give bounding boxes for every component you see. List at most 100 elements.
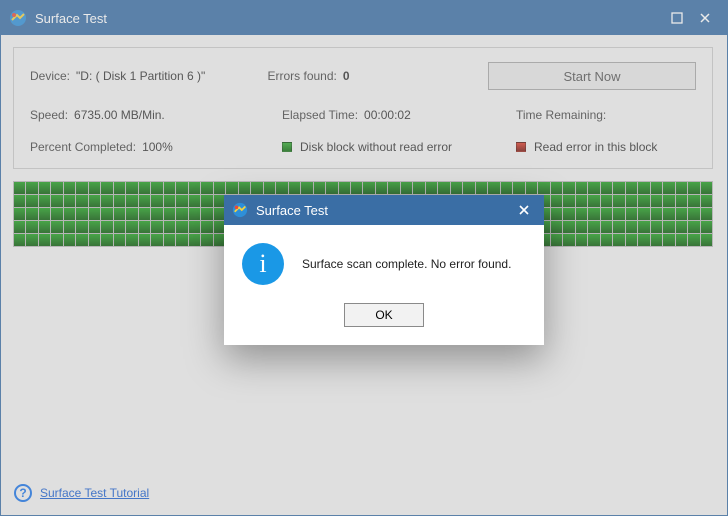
disk-block [114,195,125,207]
window-title: Surface Test [35,11,663,26]
disk-block [413,182,424,194]
disk-block [576,234,587,246]
disk-block [651,182,662,194]
disk-block [314,182,325,194]
disk-block [89,195,100,207]
legend-ok-swatch-icon [282,142,292,152]
disk-block [501,182,512,194]
disk-block [663,234,674,246]
disk-block [376,182,387,194]
disk-block [176,208,187,220]
disk-block [26,221,37,233]
disk-block [64,208,75,220]
disk-block [126,208,137,220]
disk-block [601,234,612,246]
disk-block [476,182,487,194]
disk-block [114,182,125,194]
disk-block [663,221,674,233]
disk-block [26,182,37,194]
disk-block [451,182,462,194]
disk-block [701,208,712,220]
disk-block [176,182,187,194]
disk-block [239,182,250,194]
disk-block [101,221,112,233]
disk-block [151,208,162,220]
disk-block [251,182,262,194]
disk-block [26,195,37,207]
disk-block [126,195,137,207]
disk-block [151,234,162,246]
ok-button[interactable]: OK [344,303,424,327]
disk-block [264,182,275,194]
disk-block [14,182,25,194]
disk-block [51,221,62,233]
disk-block [89,182,100,194]
disk-block [114,234,125,246]
dialog-message: Surface scan complete. No error found. [302,257,511,271]
disk-block [638,208,649,220]
disk-block [551,234,562,246]
footer: ? Surface Test Tutorial [14,484,149,502]
info-panel: Device: "D: ( Disk 1 Partition 6 )" Erro… [13,47,713,169]
disk-block [688,182,699,194]
elapsed-label: Elapsed Time: [282,108,358,122]
titlebar: Surface Test [1,1,727,35]
disk-block [688,221,699,233]
disk-block [151,182,162,194]
remaining-label: Time Remaining: [516,108,606,122]
disk-block [201,234,212,246]
disk-block [139,182,150,194]
disk-block [663,195,674,207]
device-label: Device: [30,69,70,83]
disk-block [401,182,412,194]
dialog-close-button[interactable] [512,199,536,221]
disk-block [114,221,125,233]
disk-block [189,234,200,246]
disk-block [701,182,712,194]
disk-block [588,221,599,233]
disk-block [563,208,574,220]
start-now-button[interactable]: Start Now [488,62,696,90]
legend-error-swatch-icon [516,142,526,152]
disk-block [39,221,50,233]
disk-block [638,182,649,194]
tutorial-link[interactable]: Surface Test Tutorial [40,486,149,500]
disk-block [301,182,312,194]
disk-block [563,221,574,233]
info-icon: i [242,243,284,285]
disk-block [701,234,712,246]
disk-block [189,182,200,194]
disk-block [563,234,574,246]
disk-block [64,182,75,194]
disk-block [164,195,175,207]
disk-block [101,195,112,207]
disk-block [576,221,587,233]
close-button[interactable] [691,5,719,31]
disk-block [76,221,87,233]
disk-block [151,221,162,233]
dialog-titlebar: Surface Test [224,195,544,225]
maximize-button[interactable] [663,5,691,31]
disk-block [26,208,37,220]
completion-dialog: Surface Test i Surface scan complete. No… [224,195,544,345]
disk-block [626,208,637,220]
disk-block [513,182,524,194]
errors-value: 0 [343,69,350,83]
disk-block [363,182,374,194]
disk-block [226,182,237,194]
disk-block [26,234,37,246]
disk-block [588,182,599,194]
disk-block [538,182,549,194]
disk-block [626,234,637,246]
surface-test-window: Surface Test Device: "D: ( Disk 1 Partit… [0,0,728,516]
disk-block [701,221,712,233]
disk-block [426,182,437,194]
disk-block [276,182,287,194]
disk-block [551,221,562,233]
disk-block [76,195,87,207]
disk-block [189,195,200,207]
help-icon[interactable]: ? [14,484,32,502]
app-icon [9,9,27,27]
disk-block [576,208,587,220]
legend-ok-label: Disk block without read error [300,140,452,154]
